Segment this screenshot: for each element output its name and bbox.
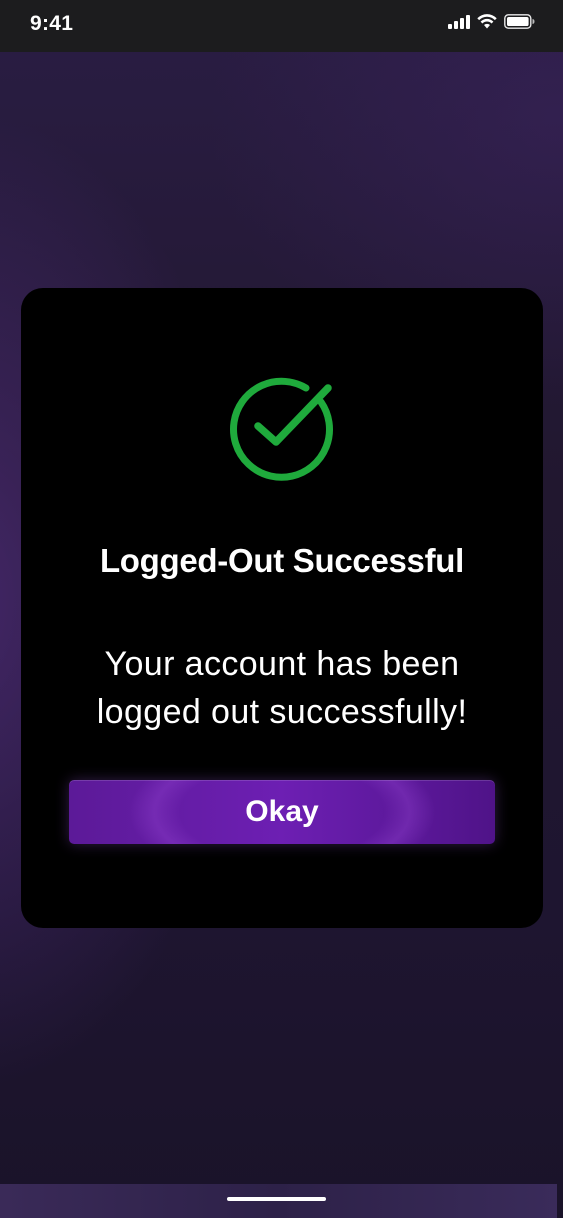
okay-button[interactable]: Okay — [69, 780, 495, 844]
dialog-message: Your account has been logged out success… — [96, 645, 468, 731]
bottom-bar — [0, 1184, 557, 1218]
dialog-title: Logged-Out Successful — [99, 542, 465, 579]
check-circle-icon — [230, 377, 333, 481]
status-bar: 9:41 — [0, 0, 563, 52]
status-icons — [448, 14, 535, 29]
cellular-signal-icon — [448, 14, 470, 29]
wifi-icon — [477, 14, 497, 29]
battery-icon — [504, 14, 535, 29]
status-time: 9:41 — [30, 12, 74, 35]
home-indicator[interactable] — [227, 1197, 326, 1201]
